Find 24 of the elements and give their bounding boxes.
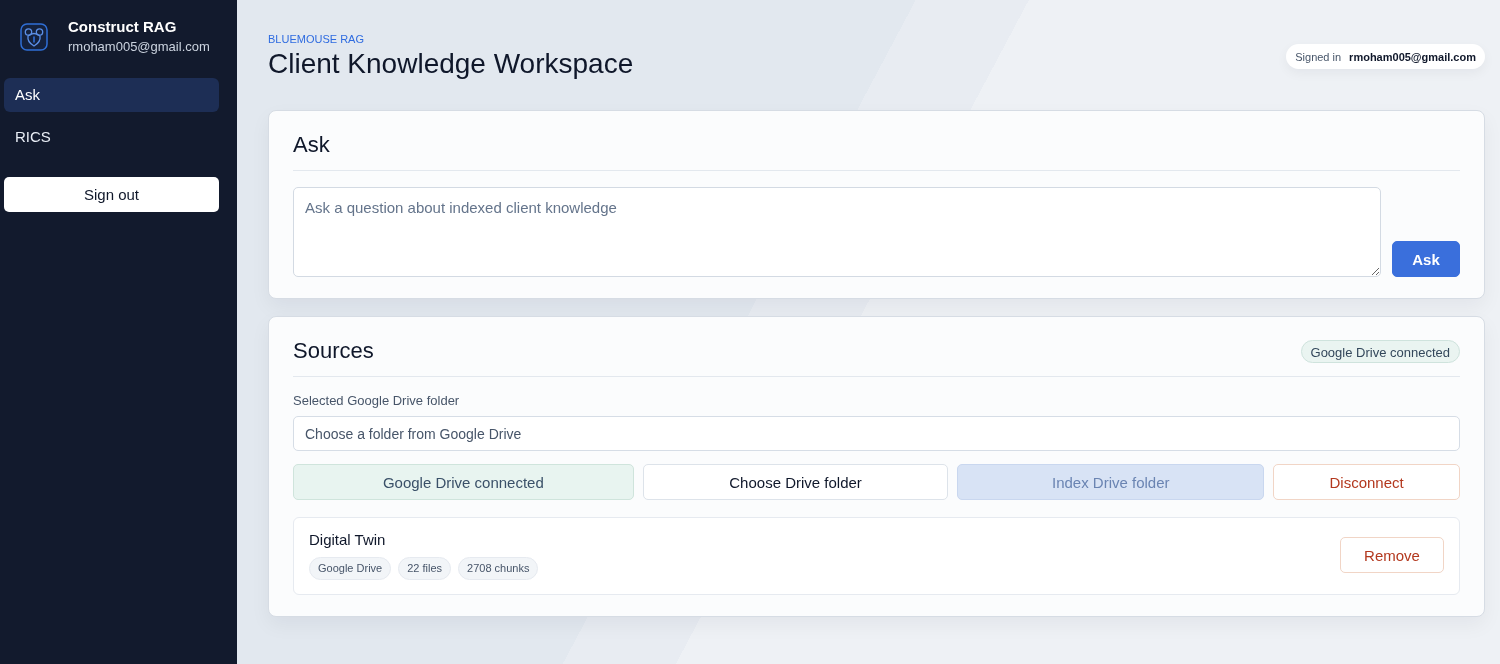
field-label: Selected Google Drive folder [293, 393, 461, 409]
status-badge: Google Drive connected [1300, 339, 1460, 363]
signed-in-label: Signed in [1295, 50, 1342, 63]
question-field[interactable]: Ask a question about indexed client knowledge [293, 187, 1381, 277]
nav-item[interactable]: RICS [4, 120, 219, 154]
folder-field[interactable]: Choose a folder from Google Drive [293, 416, 1460, 451]
source-name: Digital Twin [309, 530, 387, 550]
card-title: Ask [293, 131, 330, 159]
action-button[interactable]: Disconnect [1273, 464, 1460, 500]
source-tag: 22 files [398, 557, 452, 580]
source-tag: 2708 chunks [458, 557, 539, 580]
sign-out-button[interactable]: Sign out [4, 177, 219, 212]
eyebrow-text: BLUEMOUSE RAG [268, 32, 365, 46]
signed-in-email: rmoham005@gmail.com [1349, 50, 1476, 63]
source-tag: Google Drive [309, 557, 392, 580]
page-title: Client Knowledge Workspace [268, 47, 634, 81]
action-button[interactable]: Choose Drive folder [642, 464, 949, 500]
card-title: Sources [293, 337, 374, 365]
app-name: Construct RAG [68, 18, 178, 36]
user-email: rmoham005@gmail.com [68, 39, 210, 55]
ask-button[interactable]: Ask [1392, 241, 1460, 277]
logo-icon [20, 23, 48, 51]
nav-item[interactable]: Ask [4, 78, 219, 112]
remove-button[interactable]: Remove [1340, 537, 1444, 573]
